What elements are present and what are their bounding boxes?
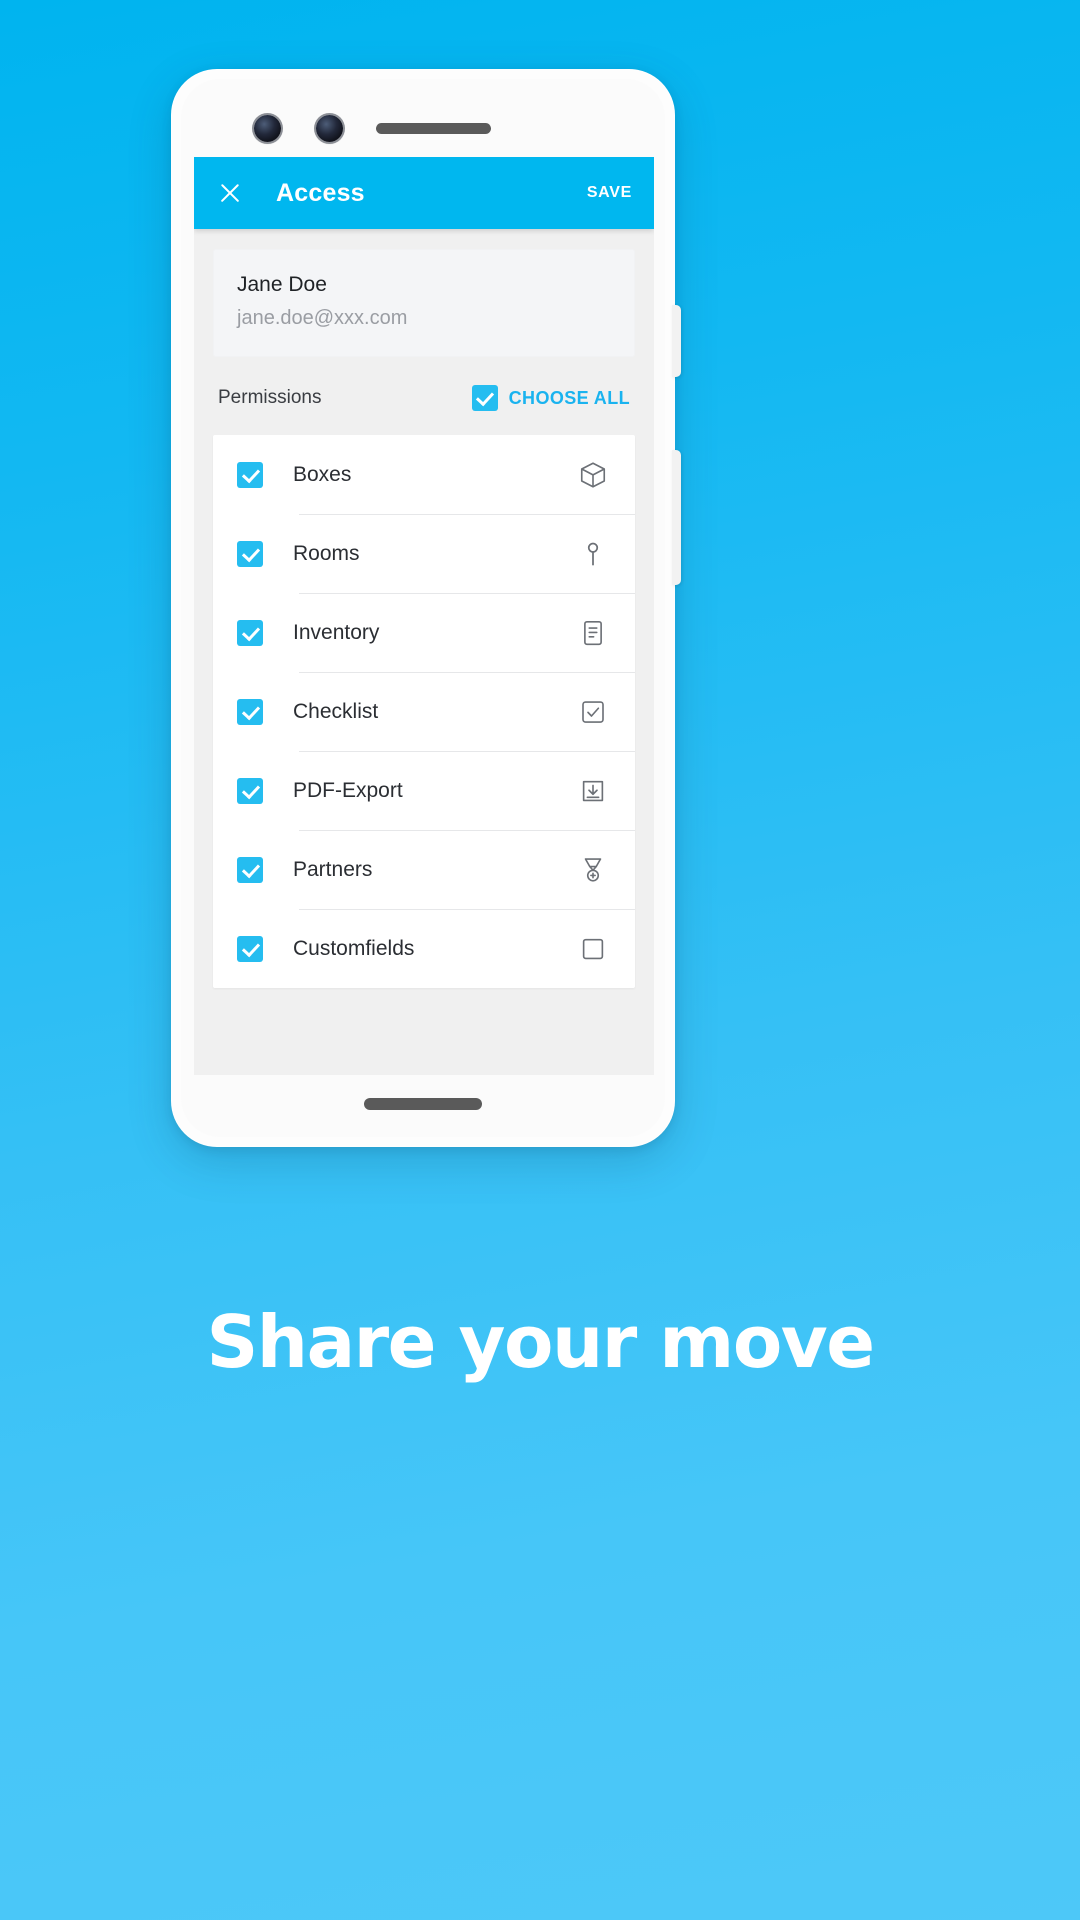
app-bar: Access SAVE	[194, 157, 654, 229]
permission-checkbox[interactable]	[237, 698, 263, 725]
medal-icon	[573, 855, 613, 885]
page-title: Access	[276, 178, 365, 207]
earpiece-speaker	[376, 123, 491, 134]
list-item[interactable]: PDF-Export	[213, 751, 635, 830]
close-icon[interactable]	[216, 179, 244, 207]
phone-volume-button[interactable]	[672, 450, 681, 585]
download-box-icon	[573, 776, 613, 806]
list-item[interactable]: Customfields	[213, 909, 635, 988]
user-card: Jane Doe jane.doe@xxx.com	[213, 249, 635, 358]
permission-checkbox[interactable]	[237, 935, 263, 962]
user-email: jane.doe@xxx.com	[237, 307, 408, 330]
permissions-list: Boxes Rooms Inventory Checklist PDF-Expo…	[213, 435, 635, 989]
document-list-icon	[573, 618, 613, 648]
permissions-label: Permissions	[218, 387, 322, 409]
front-camera-icon	[254, 115, 281, 142]
permission-label: Rooms	[293, 541, 360, 565]
marketing-headline: Share your move	[206, 1300, 875, 1384]
user-name: Jane Doe	[237, 273, 327, 296]
permission-label: Inventory	[293, 620, 380, 644]
list-item[interactable]: Rooms	[213, 514, 635, 593]
empty-square-icon	[573, 934, 613, 964]
permissions-header: Permissions CHOOSE ALL	[194, 357, 654, 435]
permission-label: Customfields	[293, 936, 415, 960]
phone-top-bezel	[181, 79, 665, 157]
app-screen: Access SAVE Jane Doe jane.doe@xxx.com Pe…	[194, 157, 654, 1075]
permission-checkbox[interactable]	[237, 777, 263, 804]
bottom-speaker	[364, 1098, 482, 1110]
permission-label: Partners	[293, 857, 373, 881]
choose-all-button[interactable]: CHOOSE ALL	[471, 385, 630, 412]
permission-label: Checklist	[293, 699, 379, 723]
map-pin-icon	[573, 539, 613, 569]
save-button[interactable]: SAVE	[587, 184, 632, 202]
list-item[interactable]: Checklist	[213, 672, 635, 751]
permission-label: Boxes	[293, 462, 352, 486]
list-item[interactable]: Inventory	[213, 593, 635, 672]
list-item[interactable]: Boxes	[213, 435, 635, 514]
permission-checkbox[interactable]	[237, 619, 263, 646]
choose-all-label: CHOOSE ALL	[508, 387, 630, 408]
phone-mockup: Access SAVE Jane Doe jane.doe@xxx.com Pe…	[171, 69, 681, 1147]
permission-checkbox[interactable]	[237, 540, 263, 567]
choose-all-checkbox[interactable]	[471, 385, 498, 412]
permission-checkbox[interactable]	[237, 461, 263, 488]
front-camera-secondary-icon	[316, 115, 343, 142]
list-item[interactable]: Partners	[213, 830, 635, 909]
phone-power-button[interactable]	[672, 305, 681, 377]
checkbox-square-icon	[573, 697, 613, 727]
permission-label: PDF-Export	[293, 778, 403, 802]
permission-checkbox[interactable]	[237, 856, 263, 883]
box-3d-icon	[573, 460, 613, 490]
